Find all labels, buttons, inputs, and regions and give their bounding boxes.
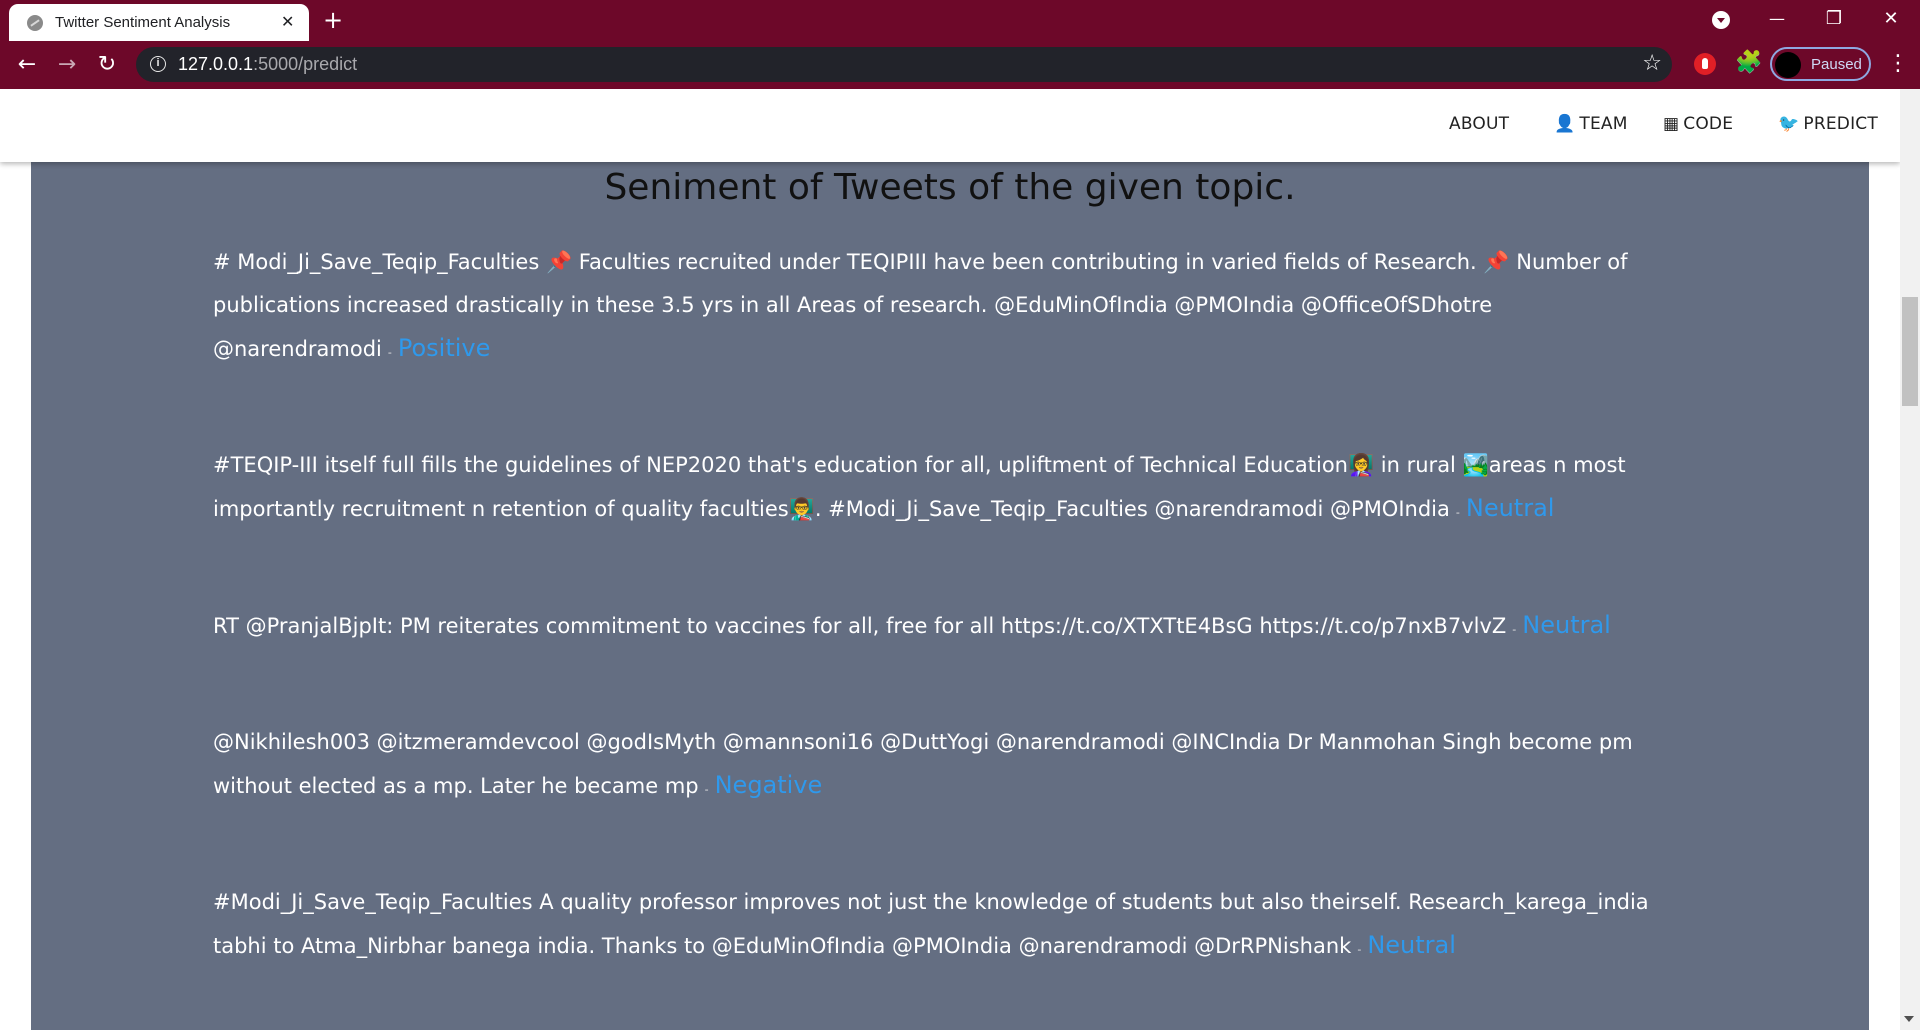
twitter-icon: 🐦	[1778, 114, 1800, 134]
tab-search-icon[interactable]	[1712, 11, 1730, 29]
profile-button[interactable]: Paused	[1770, 47, 1871, 81]
browser-toolbar: ← → ↻ i 127.0.0.1:5000/predict ☆	[0, 41, 1920, 89]
nav-about[interactable]: ABOUT	[1449, 114, 1509, 134]
new-tab-button[interactable]: +	[323, 6, 343, 34]
url-text[interactable]: 127.0.0.1:5000/predict	[178, 54, 357, 75]
extension-icon[interactable]	[1694, 53, 1716, 75]
nav-team[interactable]: 👤 TEAM	[1554, 114, 1628, 134]
separator: -	[1512, 623, 1517, 636]
separator: -	[1455, 506, 1460, 519]
sentiment-label: Neutral	[1522, 611, 1611, 639]
tweet-item: #Modi_Ji_Save_Teqip_Faculties A quality …	[213, 881, 1653, 971]
page-viewport: ABOUT 👤 TEAM ▦ CODE 🐦 PREDICT Seniment of T…	[0, 89, 1900, 1030]
address-bar[interactable]: i 127.0.0.1:5000/predict ☆	[136, 47, 1672, 82]
tweet-item: #TEQIP-III itself full fills the guideli…	[213, 444, 1653, 534]
sentiment-label: Neutral	[1367, 931, 1456, 959]
nav-code-label: CODE	[1683, 114, 1734, 134]
browser-menu-icon[interactable]: ⋮	[1887, 50, 1909, 78]
separator: -	[1357, 943, 1362, 956]
user-icon: 👤	[1554, 114, 1576, 134]
avatar	[1775, 52, 1801, 78]
tab-close-icon[interactable]: ✕	[281, 11, 294, 33]
site-navbar: ABOUT 👤 TEAM ▦ CODE 🐦 PREDICT	[0, 89, 1900, 162]
url-host: 127.0.0.1	[178, 54, 254, 74]
nav-predict[interactable]: 🐦 PREDICT	[1778, 114, 1878, 134]
minimize-icon[interactable]: —	[1762, 6, 1792, 32]
grid-icon: ▦	[1663, 114, 1680, 134]
back-icon[interactable]: ←	[12, 50, 42, 80]
tweet-text: RT @PranjalBjpIt: PM reiterates commitme…	[213, 614, 1507, 638]
sentiment-label: Negative	[714, 771, 823, 799]
page-title: Seniment of Tweets of the given topic.	[604, 167, 1296, 208]
globe-icon	[27, 15, 43, 31]
scrollbar-thumb[interactable]	[1902, 297, 1918, 406]
tweet-text: @Nikhilesh003 @itzmeramdevcool @godIsMyt…	[213, 730, 1633, 798]
separator: -	[704, 783, 709, 796]
tab-title: Twitter Sentiment Analysis	[55, 14, 231, 31]
nav-predict-label: PREDICT	[1803, 114, 1878, 134]
window-close-icon[interactable]: ✕	[1876, 6, 1906, 32]
scroll-down-arrow-icon[interactable]	[1904, 1016, 1914, 1022]
sentiment-label: Neutral	[1465, 494, 1555, 522]
browser-tab[interactable]: Twitter Sentiment Analysis ✕	[9, 4, 309, 41]
forward-icon[interactable]: →	[52, 50, 82, 80]
url-path: :5000/predict	[253, 54, 358, 74]
reload-icon[interactable]: ↻	[92, 50, 122, 80]
extensions-puzzle-icon[interactable]: 🧩	[1735, 49, 1762, 77]
page-scrollbar[interactable]	[1900, 89, 1920, 1030]
tweet-text: #TEQIP-III itself full fills the guideli…	[213, 453, 1626, 521]
profile-status: Paused	[1811, 56, 1862, 73]
tweet-item: # Modi_Ji_Save_Teqip_Faculties 📌 Faculti…	[213, 241, 1653, 374]
tweet-item: @Nikhilesh003 @itzmeramdevcool @godIsMyt…	[213, 721, 1653, 811]
bookmark-star-icon[interactable]: ☆	[1642, 50, 1662, 78]
sentiment-label: Positive	[397, 334, 491, 362]
maximize-icon[interactable]: ❐	[1819, 6, 1849, 32]
separator: -	[387, 346, 392, 359]
nav-team-label: TEAM	[1579, 114, 1628, 134]
tweet-item: RT @PranjalBjpIt: PM reiterates commitme…	[213, 604, 1653, 651]
info-icon[interactable]: i	[150, 56, 166, 72]
nav-code[interactable]: ▦ CODE	[1663, 114, 1733, 134]
tweet-list: # Modi_Ji_Save_Teqip_Faculties 📌 Faculti…	[213, 241, 1653, 1030]
tab-bar: Twitter Sentiment Analysis ✕ + — ❐ ✕	[0, 0, 1920, 41]
